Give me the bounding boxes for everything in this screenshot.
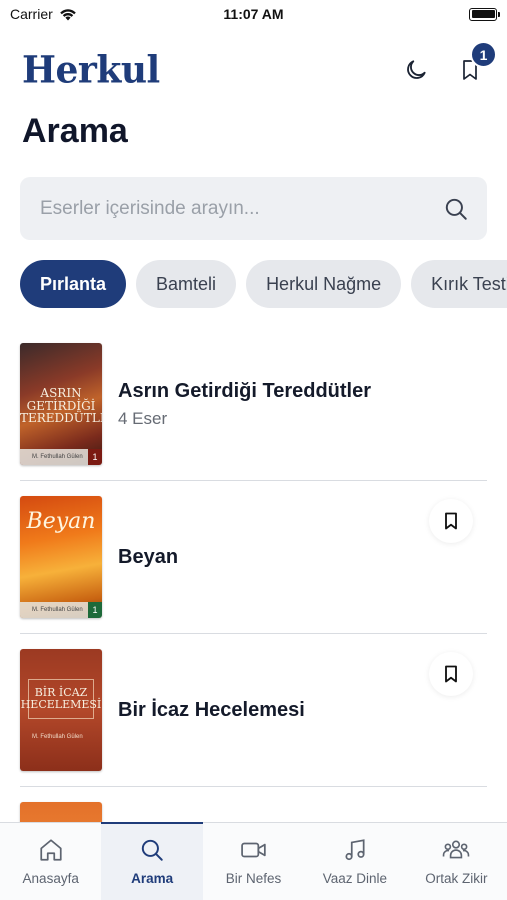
chip-bamteli[interactable]: Bamteli xyxy=(136,260,237,308)
search-box[interactable] xyxy=(20,177,487,240)
tab-label: Arama xyxy=(131,871,174,886)
bookmark-count-badge: 1 xyxy=(470,41,497,68)
cover-volume: 1 xyxy=(88,602,102,618)
status-bar: Carrier 11:07 AM xyxy=(0,0,507,28)
page-title: Arama xyxy=(22,112,128,150)
cover-author: M. Fethullah Gülen xyxy=(32,734,83,740)
cover-title: ASRIN GETİRDİĞİ TEREDDÜTLER xyxy=(20,386,102,426)
chip-herkul-nagme[interactable]: Herkul Nağme xyxy=(246,260,402,308)
music-note-icon xyxy=(345,839,365,861)
status-left: Carrier xyxy=(10,6,77,22)
tab-label: Bir Nefes xyxy=(225,871,282,886)
bookmark-button[interactable] xyxy=(429,652,473,696)
tab-label: Ortak Zikir xyxy=(425,871,488,886)
video-icon xyxy=(240,842,266,858)
book-cover: BİR İCAZ HECELEMESİ M. Fethullah Gülen xyxy=(20,649,102,771)
book-cover xyxy=(20,802,102,822)
wifi-icon xyxy=(59,8,76,20)
carrier-label: Carrier xyxy=(10,6,53,22)
book-title: Beyan xyxy=(118,545,179,568)
bookmark-icon xyxy=(445,512,457,530)
bookmarks-button[interactable]: 1 xyxy=(455,41,497,85)
list-item[interactable]: Beyan M. Fethullah Gülen 1 Beyan xyxy=(20,481,487,634)
home-icon xyxy=(40,839,62,861)
tab-bar: Anasayfa Arama Bir Nefes Vaaz Dinle Orta… xyxy=(0,822,507,900)
moon-icon xyxy=(407,60,426,79)
item-text: Asrın Getirdiği Tereddütler 4 Eser xyxy=(118,380,487,429)
item-text: Beyan xyxy=(118,546,487,569)
tab-label: Anasayfa xyxy=(22,871,79,886)
list-item[interactable]: BİR İCAZ HECELEMESİ M. Fethullah Gülen B… xyxy=(20,634,487,787)
item-text: Bir İcaz Hecelemesi xyxy=(118,699,487,722)
search-icon xyxy=(141,839,163,861)
tab-bir-nefes[interactable]: Bir Nefes xyxy=(203,823,304,900)
list-item[interactable]: ASRIN GETİRDİĞİ TEREDDÜTLER M. Fethullah… xyxy=(20,328,487,481)
bookmark-icon xyxy=(445,665,457,683)
book-title: Bir İcaz Hecelemesi xyxy=(118,698,305,721)
status-time: 11:07 AM xyxy=(223,6,284,22)
chip-kirik-testi[interactable]: Kırık Testi xyxy=(411,260,507,308)
dark-mode-button[interactable] xyxy=(401,55,431,85)
book-title: Asrın Getirdiği Tereddütler xyxy=(118,379,371,402)
bookmark-button[interactable] xyxy=(429,499,473,543)
tab-anasayfa[interactable]: Anasayfa xyxy=(0,823,101,900)
book-count: 4 Eser xyxy=(118,408,168,428)
header-actions: 1 xyxy=(401,41,497,85)
book-cover: Beyan M. Fethullah Gülen 1 xyxy=(20,496,102,618)
cover-title: BİR İCAZ HECELEMESİ xyxy=(20,686,102,711)
chip-pirlanta[interactable]: Pırlanta xyxy=(20,260,127,308)
list-item[interactable] xyxy=(20,787,487,822)
cover-volume: 1 xyxy=(88,449,102,465)
tab-label: Vaaz Dinle xyxy=(322,871,388,886)
battery-icon xyxy=(469,7,500,21)
tab-arama[interactable]: Arama xyxy=(101,822,204,900)
category-chips: Pırlanta Bamteli Herkul Nağme Kırık Test… xyxy=(20,260,507,310)
book-list: ASRIN GETİRDİĞİ TEREDDÜTLER M. Fethullah… xyxy=(0,328,507,822)
cover-title: Beyan xyxy=(26,509,96,534)
book-cover: ASRIN GETİRDİĞİ TEREDDÜTLER M. Fethullah… xyxy=(20,343,102,465)
group-icon xyxy=(443,840,470,859)
tab-vaaz-dinle[interactable]: Vaaz Dinle xyxy=(304,823,405,900)
tab-ortak-zikir[interactable]: Ortak Zikir xyxy=(406,823,507,900)
logo[interactable]: Herkul xyxy=(22,48,160,92)
search-icon[interactable] xyxy=(443,196,469,222)
search-input[interactable] xyxy=(40,197,443,220)
app-header: Herkul 1 xyxy=(0,40,507,100)
